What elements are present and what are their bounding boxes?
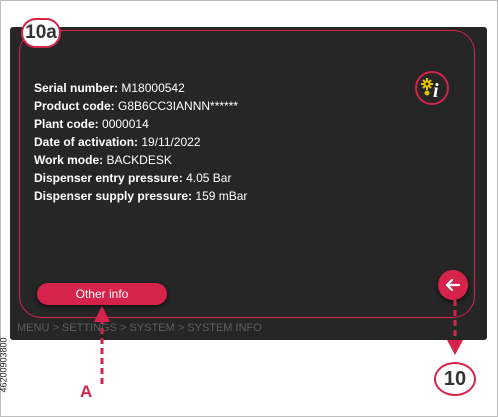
arrow-10-head	[447, 340, 463, 355]
label-a: A	[80, 382, 93, 401]
callout-10a: 10a	[21, 18, 61, 48]
arrow-a-head	[94, 306, 110, 322]
callout-10: 10	[434, 362, 476, 396]
callout-arrows	[94, 300, 463, 384]
document-code: 46200903800	[0, 337, 9, 393]
